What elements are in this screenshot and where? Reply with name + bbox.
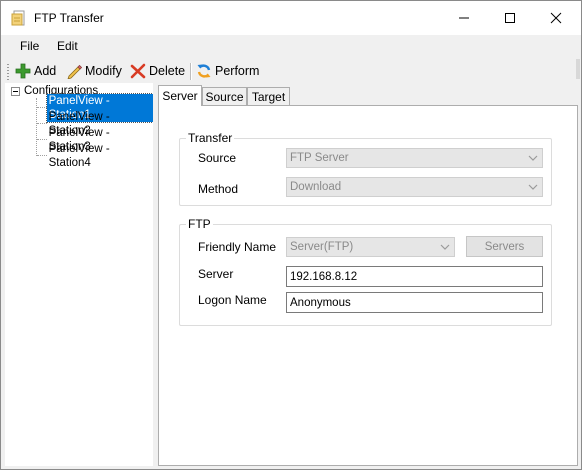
delete-x-icon <box>130 63 146 79</box>
tab-target[interactable]: Target <box>247 87 290 105</box>
chevron-down-icon <box>440 244 450 250</box>
modify-button[interactable]: Modify <box>66 62 122 80</box>
maximize-icon <box>505 13 515 23</box>
chevron-down-icon <box>528 155 538 161</box>
toolbar-grip[interactable] <box>7 64 9 80</box>
server-value: 192.168.8.12 <box>290 270 358 283</box>
toolbar-overflow-edge <box>576 59 580 79</box>
ftp-group-title: FTP <box>186 217 213 231</box>
pencil-icon <box>67 64 82 79</box>
toolbar: Add Modify Delete Perform <box>1 58 581 84</box>
close-icon <box>550 12 562 24</box>
maximize-button[interactable] <box>487 1 533 35</box>
source-value: FTP Server <box>290 152 349 164</box>
delete-button[interactable]: Delete <box>130 62 185 80</box>
server-label: Server <box>198 267 234 281</box>
menu-edit[interactable]: Edit <box>57 39 78 53</box>
menu-file[interactable]: File <box>20 39 39 53</box>
tab-source-label: Source <box>205 89 244 104</box>
perform-button[interactable]: Perform <box>196 62 259 80</box>
add-button[interactable]: Add <box>15 62 56 80</box>
perform-label: Perform <box>215 64 260 78</box>
server-tab-panel: Transfer Source FTP Server Method Downlo… <box>158 105 578 466</box>
friendly-name-label: Friendly Name <box>198 240 277 254</box>
method-dropdown[interactable]: Download <box>286 177 543 197</box>
modify-label: Modify <box>85 64 122 78</box>
add-label: Add <box>34 64 57 78</box>
menu-bar: File Edit <box>1 35 356 57</box>
method-label: Method <box>198 182 239 196</box>
logon-name-value: Anonymous <box>290 296 351 309</box>
minimize-button[interactable] <box>441 1 487 35</box>
source-dropdown[interactable]: FTP Server <box>286 148 543 168</box>
logon-name-label: Logon Name <box>198 293 267 307</box>
collapse-icon[interactable] <box>11 86 20 96</box>
delete-label: Delete <box>149 64 186 78</box>
servers-button[interactable]: Servers <box>466 236 543 257</box>
tree-connector <box>37 123 47 124</box>
tree-connector <box>37 155 47 156</box>
minimize-icon <box>459 17 469 19</box>
transfer-group-title: Transfer <box>186 131 235 145</box>
tab-server[interactable]: Server <box>158 85 202 106</box>
friendly-name-value: Server(FTP) <box>290 241 354 253</box>
ftp-group: FTP Friendly Name Server(FTP) Servers Se… <box>179 217 552 326</box>
source-label: Source <box>198 151 237 165</box>
configurations-tree[interactable]: Configurations PanelView - Station1 Pane… <box>5 83 155 466</box>
close-button[interactable] <box>533 1 579 35</box>
friendly-name-dropdown[interactable]: Server(FTP) <box>286 237 455 257</box>
tab-source[interactable]: Source <box>202 87 247 105</box>
tree-connector <box>37 139 47 140</box>
title-bar: FTP Transfer <box>1 1 581 35</box>
ftp-transfer-window: FTP Transfer File Edit Add Modify Delete… <box>0 0 582 470</box>
method-value: Download <box>290 181 342 193</box>
transfer-group: Transfer Source FTP Server Method Downlo… <box>179 131 552 206</box>
chevron-down-icon <box>528 184 538 190</box>
app-document-icon <box>11 10 25 26</box>
tab-target-label: Target <box>251 89 286 104</box>
server-input[interactable]: 192.168.8.12 <box>286 266 543 287</box>
refresh-icon <box>197 64 211 78</box>
logon-name-input[interactable]: Anonymous <box>286 292 543 313</box>
window-title: FTP Transfer <box>34 11 104 25</box>
toolbar-separator <box>190 63 192 80</box>
servers-button-label: Servers <box>484 240 525 253</box>
tab-server-label: Server <box>162 89 198 103</box>
tree-connector <box>37 107 47 108</box>
tree-item-station4[interactable]: PanelView - Station4 <box>37 143 153 169</box>
panel-splitter[interactable] <box>153 83 157 468</box>
tree-item-label: PanelView - Station4 <box>48 142 110 169</box>
plus-icon <box>15 63 31 79</box>
